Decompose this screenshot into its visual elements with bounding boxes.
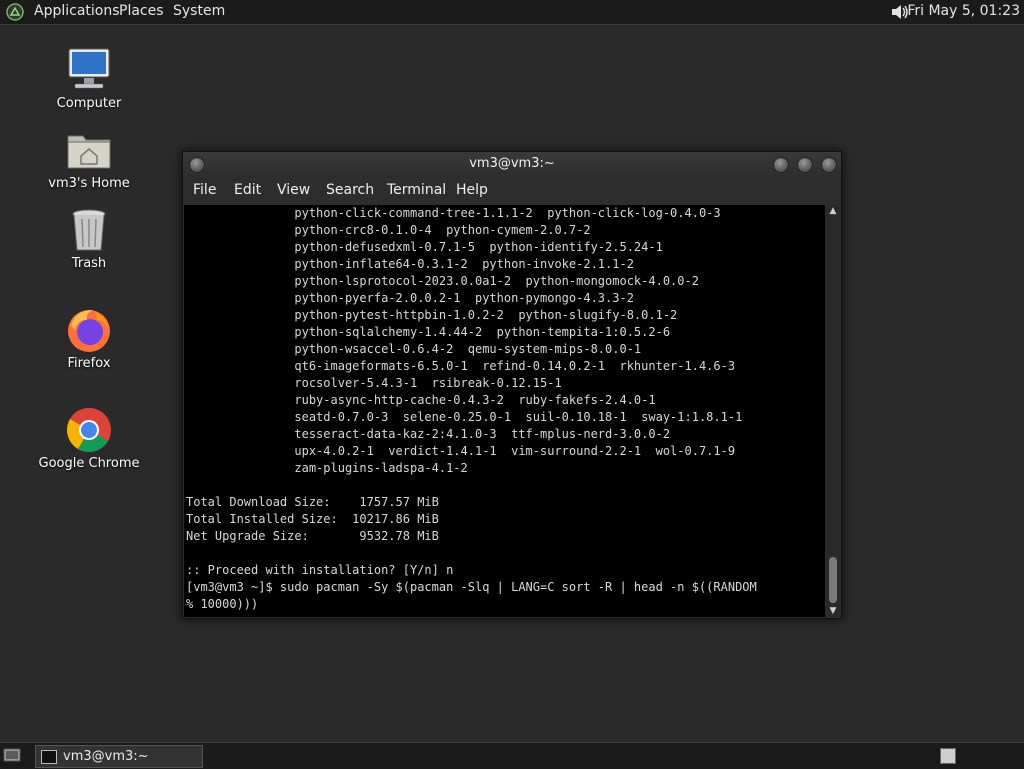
menu-search[interactable]: Search — [326, 182, 374, 198]
distro-logo-icon[interactable] — [6, 3, 24, 21]
show-desktop-icon[interactable] — [3, 747, 21, 763]
desktop-icon-trash[interactable]: Trash — [34, 206, 144, 271]
desktop-icon-label: vm3's Home — [48, 176, 130, 191]
minimize-icon[interactable] — [773, 157, 789, 173]
workspace-switcher-icon[interactable] — [940, 748, 956, 764]
places-menu[interactable]: Places — [119, 2, 164, 20]
chrome-icon — [67, 408, 111, 452]
terminal-menubar: File Edit View Search Terminal Help — [183, 176, 841, 204]
desktop-icon-label: Computer — [56, 96, 122, 111]
applications-menu[interactable]: Applications — [34, 2, 120, 20]
top-panel: Applications Places System Fri May 5, 01… — [0, 0, 1024, 25]
trash-icon — [72, 209, 106, 251]
firefox-icon — [68, 310, 110, 352]
terminal-icon — [41, 750, 57, 764]
desktop-icon-firefox[interactable]: Firefox — [34, 306, 144, 371]
desktop-icon-label: Firefox — [67, 356, 111, 371]
terminal-window[interactable]: vm3@vm3:~ File Edit View Search Terminal… — [182, 151, 842, 619]
taskbar-button-terminal[interactable]: vm3@vm3:~ — [35, 745, 203, 768]
scroll-up-arrow-icon[interactable]: ▲ — [826, 205, 840, 217]
menu-terminal[interactable]: Terminal — [387, 182, 446, 198]
menu-file[interactable]: File — [193, 182, 216, 198]
system-menu[interactable]: System — [173, 2, 225, 20]
computer-icon — [68, 48, 110, 89]
desktop-icon-home[interactable]: vm3's Home — [34, 126, 144, 191]
home-folder-icon — [67, 135, 111, 169]
menu-edit[interactable]: Edit — [234, 182, 261, 198]
menu-help[interactable]: Help — [456, 182, 488, 198]
window-title: vm3@vm3:~ — [469, 156, 555, 171]
scrollbar-thumb[interactable] — [829, 557, 837, 603]
desktop-icon-computer[interactable]: Computer — [34, 46, 144, 111]
bottom-panel: vm3@vm3:~ — [0, 742, 1024, 769]
clock[interactable]: Fri May 5, 01:23 — [907, 2, 1020, 20]
scroll-down-arrow-icon[interactable]: ▼ — [826, 605, 840, 617]
terminal-text: python-click-command-tree-1.1.1-2 python… — [186, 206, 757, 611]
terminal-output[interactable]: python-click-command-tree-1.1.1-2 python… — [184, 205, 825, 617]
menu-view[interactable]: View — [277, 182, 310, 198]
window-titlebar[interactable]: vm3@vm3:~ — [183, 152, 841, 176]
maximize-icon[interactable] — [797, 157, 813, 173]
window-menu-icon[interactable] — [189, 157, 205, 173]
taskbar-button-label: vm3@vm3:~ — [63, 749, 149, 764]
terminal-scrollbar[interactable]: ▲ ▼ — [826, 205, 840, 617]
close-icon[interactable] — [821, 157, 837, 173]
desktop-icon-label: Trash — [71, 256, 107, 271]
desktop-icon-chrome[interactable]: Google Chrome — [34, 406, 144, 471]
desktop-icon-label: Google Chrome — [38, 456, 140, 471]
